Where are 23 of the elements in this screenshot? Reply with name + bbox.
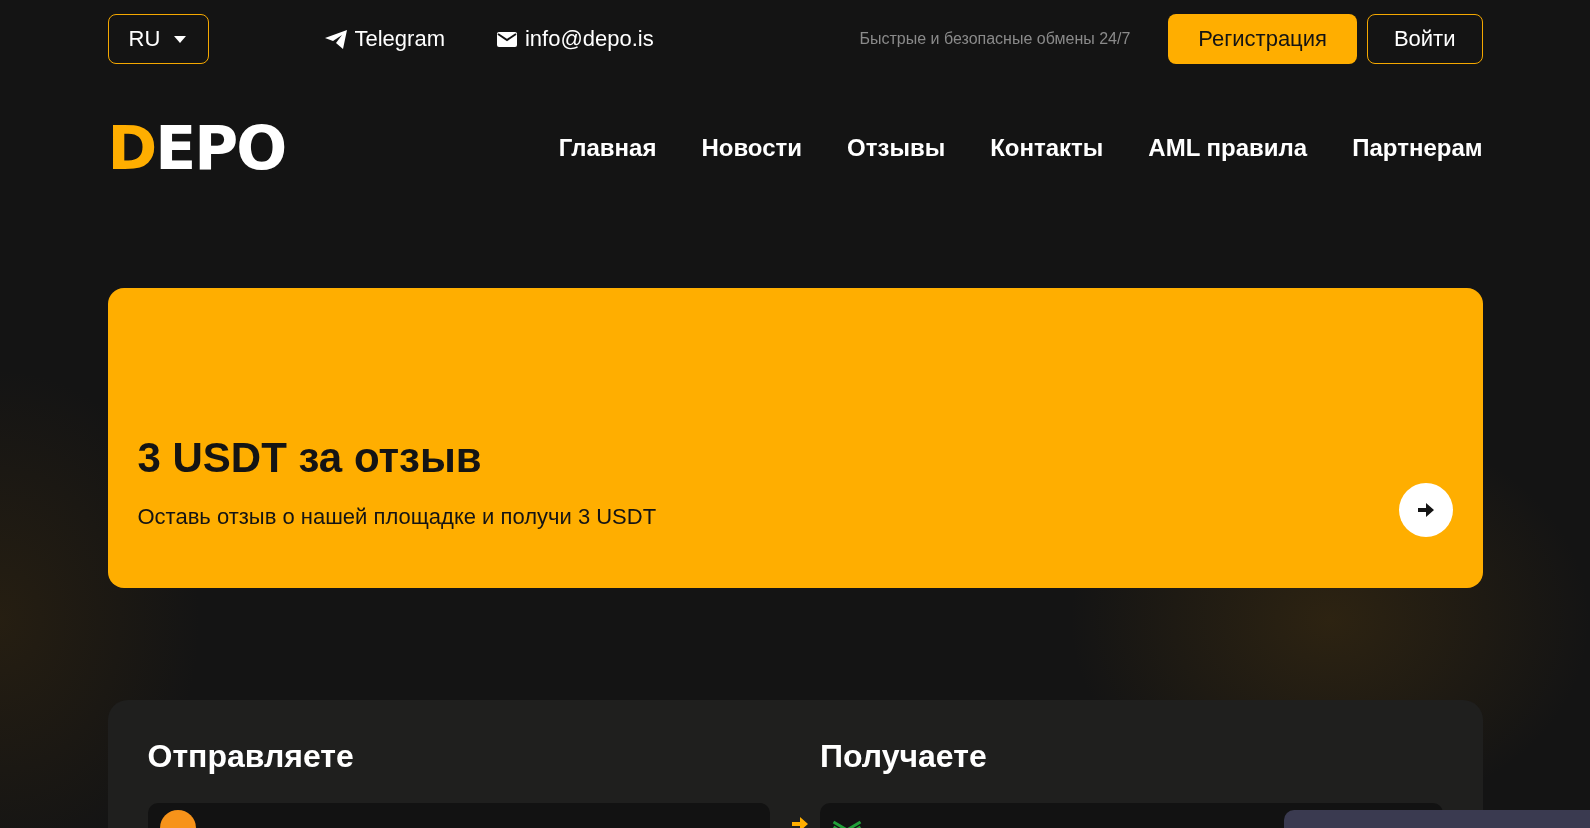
banner-text: Оставь отзыв о нашей площадке и получи 3 USDT (137, 504, 657, 530)
email-link[interactable]: info@depo.is (497, 26, 654, 52)
tagline: Быстрые и безопасные обмены 24/7 (859, 30, 1131, 48)
telegram-link[interactable]: Telegram (324, 26, 445, 52)
login-button[interactable]: Войти (1366, 14, 1483, 64)
logo[interactable]: DEPO (107, 118, 286, 178)
register-button[interactable]: Регистрация (1168, 14, 1357, 64)
nav-link[interactable]: Новости (701, 134, 803, 162)
caret-icon (174, 35, 187, 43)
send-heading: Отправляете (147, 738, 355, 775)
nav-link[interactable]: Главная (558, 134, 657, 162)
banner-title: 3 USDT за отзыв (137, 434, 483, 482)
receive-heading: Получаете (820, 738, 988, 775)
nav-link[interactable]: AML правила (1148, 134, 1308, 162)
nav-link[interactable]: Партнерам (1352, 134, 1483, 162)
nav-link[interactable]: Отзывы (847, 134, 946, 162)
arrow-right-icon (1417, 503, 1434, 517)
arrow-right-icon (792, 817, 808, 828)
paper-plane-icon (324, 29, 347, 49)
envelope-icon (497, 31, 517, 47)
arrow-button[interactable] (1398, 483, 1453, 537)
nav-link[interactable]: Контакты (990, 134, 1104, 162)
language-dropdown[interactable]: RU (107, 14, 209, 64)
